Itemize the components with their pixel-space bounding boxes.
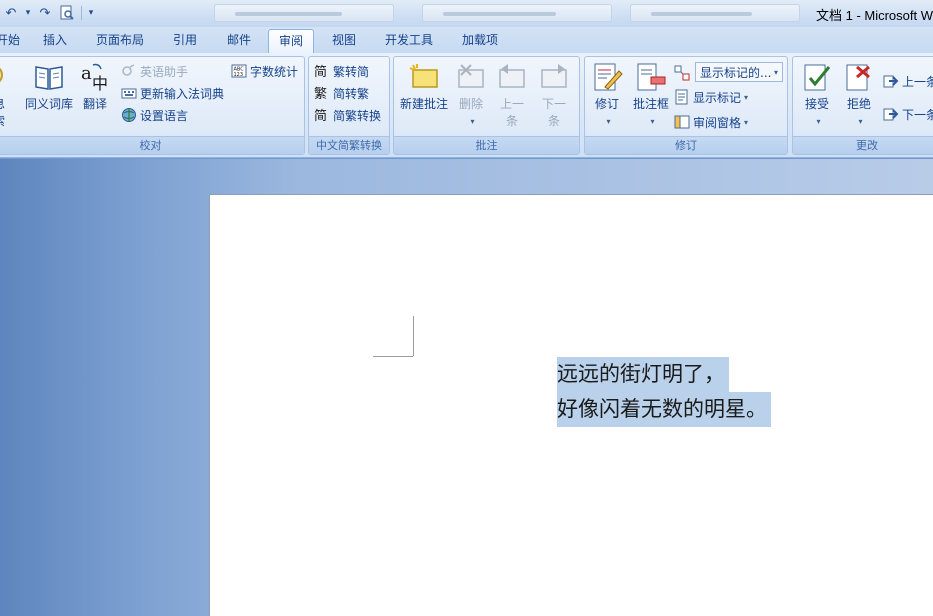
chevron-down-icon: ▾ <box>744 92 749 102</box>
ribbon-tabs: 开始 插入 页面布局 引用 邮件 审阅 视图 开发工具 加载项 <box>0 27 933 54</box>
group-label-comments: 批注 <box>394 136 579 154</box>
document-text-line[interactable]: 好像闪着无数的明星。 <box>557 392 771 427</box>
simplified-to-traditional-button[interactable]: 繁 简转繁 <box>314 83 369 103</box>
background-window-tab[interactable] <box>422 4 612 22</box>
keyboard-icon <box>121 88 137 99</box>
group-label-changes: 更改 <box>793 136 933 154</box>
background-window-tab[interactable] <box>630 4 800 22</box>
tab-insert[interactable]: 插入 <box>34 29 76 53</box>
traditional-char-icon: 繁 <box>314 86 327 101</box>
research-icon <box>0 67 3 83</box>
english-assistant-icon <box>122 64 135 76</box>
chinese-conversion-button[interactable]: 简 简繁转换 <box>314 105 381 125</box>
ribbon: 息 索 同义词库 a中 翻译 英语助手 更新输入法词典 设置语言 ABC123 … <box>0 53 933 158</box>
group-tracking: 修订 ▾ 批注框 ▾ 显示标记的... ▾ 显示标记 ▾ 审阅窗格 ▾ 修订 <box>584 56 788 155</box>
accept-icon <box>804 64 831 91</box>
translate-icon: a中 <box>81 63 108 93</box>
quick-access-toolbar: ↶ ▾ ↷ ▾ <box>0 3 97 23</box>
svg-text:a: a <box>81 63 92 84</box>
track-changes-button[interactable]: 修订 ▾ <box>587 61 627 130</box>
svg-text:简: 简 <box>314 108 327 123</box>
reject-icon <box>846 64 870 91</box>
document-page[interactable]: 远远的街灯明了， 好像闪着无数的明星。 <box>209 194 933 616</box>
margin-corner-mark <box>373 356 413 357</box>
tab-add-ins[interactable]: 加载项 <box>452 29 508 53</box>
simplified-char-icon: 简 <box>314 64 327 79</box>
delete-dropdown-icon: ▾ <box>470 117 475 126</box>
accept-button[interactable]: 接受 ▾ <box>795 61 839 130</box>
balloons-icon <box>637 63 666 91</box>
group-label-chinese-conversion: 中文简繁转换 <box>309 136 389 154</box>
next-comment-icon <box>541 64 567 88</box>
chevron-down-icon: ▾ <box>744 117 749 127</box>
group-label-proofing: 校对 <box>0 136 304 154</box>
tab-mailings[interactable]: 邮件 <box>218 29 260 53</box>
group-label-tracking: 修订 <box>585 136 787 154</box>
globe-icon <box>122 108 136 122</box>
svg-text:简: 简 <box>314 64 327 79</box>
research-button[interactable]: 息 索 <box>0 61 15 130</box>
svg-text:繁: 繁 <box>314 86 327 101</box>
group-proofing: 息 索 同义词库 a中 翻译 英语助手 更新输入法词典 设置语言 ABC123 … <box>0 56 305 155</box>
display-for-review-icon <box>674 63 693 83</box>
delete-comment-icon <box>458 64 484 88</box>
thesaurus-icon <box>35 66 63 90</box>
undo-icon[interactable]: ↶ <box>0 3 22 23</box>
reject-dropdown-icon: ▾ <box>858 117 863 126</box>
translate-button[interactable]: a中 翻译 <box>75 61 115 113</box>
svg-text:123: 123 <box>234 72 244 78</box>
set-language-button[interactable]: 设置语言 <box>121 105 188 125</box>
window-title: 文档 1 - Microsoft W <box>815 8 933 23</box>
previous-change-button[interactable]: 上一条 <box>883 71 933 91</box>
chevron-down-icon: ▾ <box>773 67 778 77</box>
next-change-button[interactable]: 下一条 <box>883 104 933 124</box>
print-preview-icon[interactable] <box>56 3 78 23</box>
customize-qat-icon[interactable]: ▾ <box>85 3 97 23</box>
tab-home[interactable]: 开始 <box>0 29 26 53</box>
next-comment-button[interactable]: 下一 条 <box>534 61 574 130</box>
next-change-icon <box>883 108 899 121</box>
accept-dropdown-icon: ▾ <box>816 117 821 126</box>
group-changes: 接受 ▾ 拒绝 ▾ 上一条 下一条 更改 <box>792 56 933 155</box>
word-count-button[interactable]: ABC 123 字数统计 <box>231 61 298 81</box>
reject-button[interactable]: 拒绝 ▾ <box>837 61 881 130</box>
new-comment-button[interactable]: 新建批注 <box>396 61 452 113</box>
tab-view[interactable]: 视图 <box>322 29 366 53</box>
conversion-char-icon: 简 <box>314 108 327 123</box>
tab-developer[interactable]: 开发工具 <box>376 29 442 53</box>
redo-icon[interactable]: ↷ <box>34 3 56 23</box>
english-assistant-button[interactable]: 英语助手 <box>121 61 188 81</box>
tab-references[interactable]: 引用 <box>164 29 206 53</box>
display-for-review-combo[interactable]: 显示标记的... ▾ <box>695 62 783 82</box>
new-comment-icon <box>409 64 438 88</box>
tab-page-layout[interactable]: 页面布局 <box>88 29 152 53</box>
document-text-line[interactable]: 远远的街灯明了， <box>557 357 729 392</box>
balloons-button[interactable]: 批注框 ▾ <box>629 61 673 130</box>
margin-corner-mark <box>413 316 414 356</box>
track-changes-dropdown-icon: ▾ <box>606 117 611 126</box>
track-changes-icon <box>594 63 623 91</box>
qat-separator <box>81 6 82 20</box>
show-markup-icon <box>675 89 688 105</box>
title-bar: ↶ ▾ ↷ ▾ 文档 1 - Microsoft W <box>0 0 933 27</box>
show-markup-button[interactable]: 显示标记 ▾ <box>674 87 748 107</box>
thesaurus-button[interactable]: 同义词库 <box>25 61 73 113</box>
previous-comment-button[interactable]: 上一 条 <box>492 61 532 130</box>
update-ime-dictionary-button[interactable]: 更新输入法词典 <box>121 83 224 103</box>
word-count-icon: ABC123 <box>231 64 247 78</box>
previous-change-icon <box>883 75 899 88</box>
background-window-tab[interactable] <box>214 4 394 22</box>
previous-comment-icon <box>499 64 525 88</box>
undo-dropdown-icon[interactable]: ▾ <box>22 3 34 23</box>
reviewing-pane-button[interactable]: 审阅窗格 ▾ <box>674 112 748 132</box>
group-chinese-conversion: 简 繁转简 繁 简转繁 简 简繁转换 中文简繁转换 <box>308 56 390 155</box>
traditional-to-simplified-button[interactable]: 简 繁转简 <box>314 61 369 81</box>
delete-comment-button[interactable]: 删除 ▾ <box>452 61 490 130</box>
reviewing-pane-icon <box>674 115 690 129</box>
tab-review[interactable]: 审阅 <box>268 29 314 54</box>
group-comments: 新建批注 删除 ▾ 上一 条 下一 条 批注 <box>393 56 580 155</box>
svg-text:中: 中 <box>92 74 108 93</box>
balloons-dropdown-icon: ▾ <box>650 117 655 126</box>
document-workspace: 远远的街灯明了， 好像闪着无数的明星。 <box>0 159 933 616</box>
